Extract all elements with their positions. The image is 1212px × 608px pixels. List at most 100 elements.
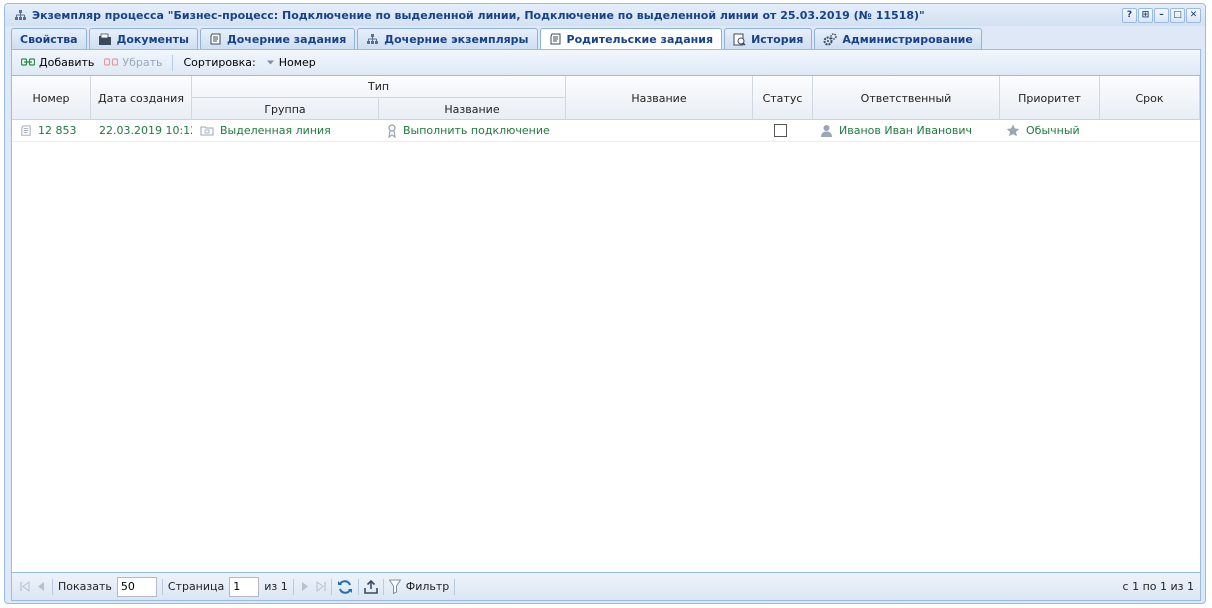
grid-toolbar: Добавить Убрать Сортировка: Номер	[12, 50, 1200, 76]
window-titlebar[interactable]: Экземпляр процесса "Бизнес-процесс: Подк…	[5, 4, 1205, 26]
help-button[interactable]: ?	[1122, 8, 1137, 23]
tab-history[interactable]: История	[724, 28, 813, 49]
tab-parent-tasks[interactable]: Родительские задания	[539, 28, 723, 50]
filter-button[interactable]: Фильтр	[388, 579, 449, 594]
tab-child-instances[interactable]: Дочерние экземпляры	[357, 28, 538, 49]
grid-body: 12 853 22.03.2019 10:12 Выделенная линия…	[12, 120, 1200, 142]
pager-summary: с 1 по 1 из 1	[1122, 580, 1194, 593]
column-header-number[interactable]: Номер	[12, 76, 91, 120]
next-page-icon	[301, 582, 308, 591]
process-icon	[13, 8, 27, 22]
page-number-input[interactable]	[229, 576, 260, 597]
task-icon	[209, 33, 222, 46]
page-size-input[interactable]	[116, 576, 157, 597]
row-priority: Обычный	[1026, 124, 1080, 137]
grid-header: Номер Дата создания Тип Группа Название …	[12, 76, 1200, 120]
sort-field-label: Номер	[278, 56, 316, 69]
task-icon	[549, 33, 562, 46]
sort-arrow-icon	[266, 56, 275, 69]
cell-priority: Обычный	[1006, 120, 1100, 141]
process-instance-window: Экземпляр процесса "Бизнес-процесс: Подк…	[4, 3, 1206, 604]
cell-type-name[interactable]: Выполнить подключение	[387, 120, 566, 141]
status-checkbox[interactable]	[774, 124, 787, 137]
filter-icon	[388, 579, 401, 594]
link-add-icon	[20, 56, 36, 69]
cell-name	[574, 120, 753, 141]
refresh-icon	[337, 579, 352, 594]
cell-responsible[interactable]: Иванов Иван Иванович	[820, 120, 1000, 141]
row-created: 22.03.2019 10:12	[99, 124, 192, 137]
cell-number[interactable]: 12 853	[20, 120, 91, 141]
tab-label: История	[751, 32, 804, 46]
task-icon	[21, 124, 31, 136]
add-button[interactable]: Добавить	[18, 56, 97, 69]
minimize-button[interactable]: –	[1154, 8, 1169, 23]
add-button-label: Добавить	[39, 56, 95, 69]
star-icon	[1006, 124, 1020, 137]
tab-child-tasks[interactable]: Дочерние задания	[199, 28, 356, 49]
tab-label: Документы	[116, 32, 189, 46]
sort-label-text: Сортировка:	[183, 56, 256, 69]
column-header-name[interactable]: Название	[566, 76, 753, 120]
column-header-responsible[interactable]: Ответственный	[813, 76, 1000, 120]
cell-deadline	[1108, 120, 1200, 141]
parent-tasks-panel: Добавить Убрать Сортировка: Номер Номер …	[11, 49, 1201, 601]
tab-label: Родительские задания	[566, 33, 714, 46]
pager-separator	[357, 578, 359, 595]
page-size-label: Показать	[58, 580, 112, 593]
pager-separator	[382, 578, 384, 595]
tab-label: Дочерние экземпляры	[384, 32, 529, 46]
first-page-icon	[20, 581, 30, 592]
pager-separator	[292, 578, 294, 595]
pager-separator	[454, 578, 456, 595]
prev-page-icon	[38, 582, 44, 591]
window-title: Экземпляр процесса "Бизнес-процесс: Подк…	[32, 8, 925, 22]
next-page-button[interactable]	[299, 581, 310, 592]
tab-documents[interactable]: Документы	[88, 28, 198, 49]
link-remove-icon	[104, 56, 119, 69]
refresh-button[interactable]	[337, 579, 353, 595]
column-header-type-group[interactable]: Группа	[192, 98, 379, 120]
table-row[interactable]: 12 853 22.03.2019 10:12 Выделенная линия…	[12, 120, 1200, 142]
sort-field-button[interactable]: Номер	[263, 56, 319, 69]
tab-label: Администрирование	[842, 32, 973, 46]
tab-administration[interactable]: Администрирование	[814, 28, 982, 49]
history-icon	[733, 33, 746, 46]
close-button[interactable]: ✕	[1186, 8, 1201, 23]
tab-properties[interactable]: Свойства	[11, 28, 87, 49]
column-header-created[interactable]: Дата создания	[91, 76, 192, 120]
gears-icon	[823, 32, 838, 46]
export-button[interactable]	[363, 579, 378, 594]
page-label: Страница	[167, 580, 225, 593]
maximize-button[interactable]: □	[1170, 8, 1185, 23]
remove-button[interactable]: Убрать	[101, 56, 165, 69]
row-number: 12 853	[38, 124, 77, 137]
prev-page-button[interactable]	[36, 581, 47, 592]
column-header-deadline[interactable]: Срок	[1100, 76, 1200, 120]
pin-button[interactable]: ⊞	[1138, 8, 1153, 23]
row-type-name: Выполнить подключение	[403, 124, 550, 137]
row-responsible: Иванов Иван Иванович	[839, 124, 972, 137]
pager-separator	[52, 578, 53, 595]
user-icon	[821, 125, 832, 137]
page-count-label: из 1	[264, 580, 288, 593]
column-header-status[interactable]: Статус	[753, 76, 813, 120]
column-header-type-name[interactable]: Название	[379, 98, 566, 120]
row-group: Выделенная линия	[220, 124, 331, 137]
process-icon	[366, 33, 379, 46]
cell-created: 22.03.2019 10:12	[99, 120, 192, 141]
column-header-priority[interactable]: Приоритет	[1000, 76, 1100, 120]
first-page-button[interactable]	[20, 581, 31, 592]
award-icon	[388, 123, 396, 138]
sort-label: Сортировка:	[180, 56, 258, 69]
pager-separator	[161, 578, 163, 595]
tab-bar: Свойства Документы Дочерние задания Доче…	[11, 28, 982, 50]
toolbar-separator	[172, 54, 174, 71]
folder-icon	[200, 126, 214, 136]
cell-group[interactable]: Выделенная линия	[200, 120, 379, 141]
last-page-icon	[316, 581, 326, 592]
last-page-button[interactable]	[315, 581, 326, 592]
remove-button-label: Убрать	[122, 56, 163, 69]
cell-status	[774, 120, 804, 141]
pager-separator	[330, 578, 332, 595]
